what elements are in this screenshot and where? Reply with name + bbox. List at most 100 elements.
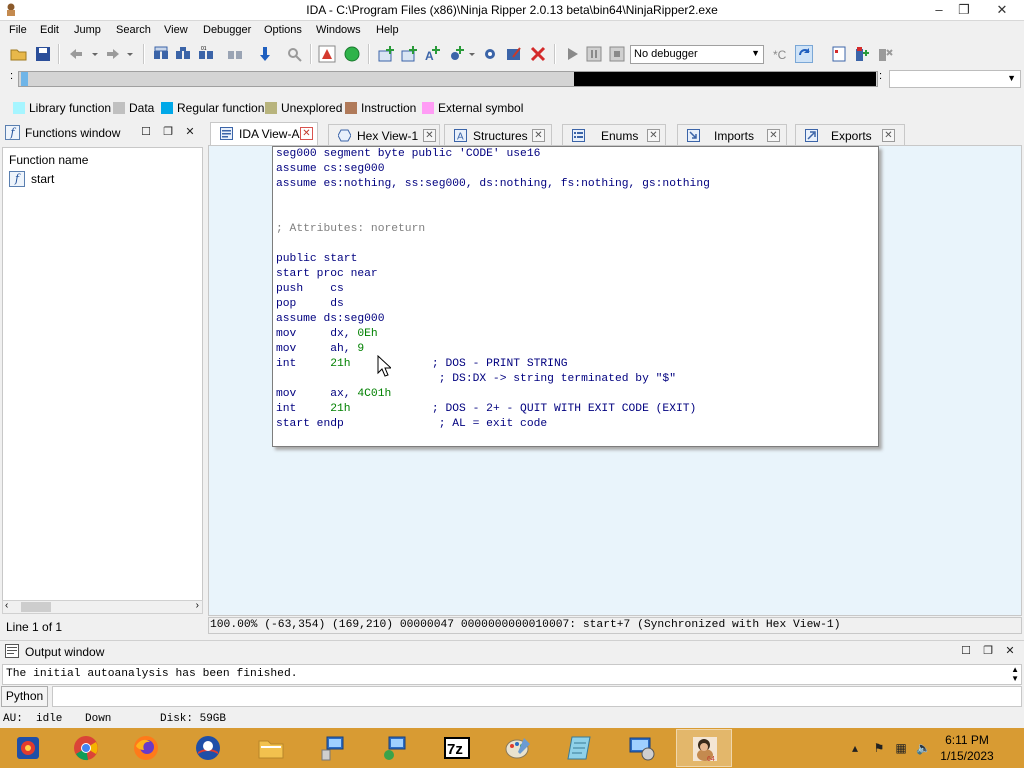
flag-icon[interactable]: ⚑: [872, 741, 886, 755]
binoculars-text-icon[interactable]: [152, 45, 170, 63]
listing-line[interactable]: assume ds:seg000: [276, 312, 384, 327]
listing-line[interactable]: public start: [276, 252, 357, 267]
tab-imports[interactable]: Imports ✕: [677, 124, 787, 145]
menu-search[interactable]: Search: [116, 24, 151, 36]
binoculars-immediate-icon[interactable]: 01: [197, 45, 215, 63]
open-folder-icon[interactable]: [10, 45, 28, 63]
forward-dropdown-icon[interactable]: [122, 45, 140, 63]
menu-edit[interactable]: Edit: [40, 24, 59, 36]
sync-icon[interactable]: [795, 45, 813, 63]
close-tab-icon[interactable]: ✕: [647, 129, 660, 142]
listing-line[interactable]: int 21h ; DOS - 2+ - QUIT WITH EXIT CODE…: [276, 402, 696, 417]
taskbar-obama-logo[interactable]: [180, 729, 236, 767]
graph-node-listing[interactable]: seg000 segment byte public 'CODE' use16 a…: [272, 146, 879, 447]
functions-hscrollbar[interactable]: ‹ ›: [2, 600, 203, 614]
navigation-select[interactable]: ▼: [889, 70, 1021, 88]
add-segment-icon[interactable]: [447, 45, 465, 63]
close-panel-icon[interactable]: ✕: [1004, 645, 1016, 657]
restore-button[interactable]: ❐: [950, 0, 978, 21]
pause-icon[interactable]: [585, 45, 603, 63]
listing-line[interactable]: assume cs:seg000: [276, 162, 384, 177]
taskbar-file-explorer[interactable]: [243, 729, 299, 767]
back-dropdown-icon[interactable]: [87, 45, 105, 63]
delete-breakpoint-icon[interactable]: [876, 45, 894, 63]
column-header-function-name[interactable]: Function name: [9, 153, 88, 167]
scroll-thumb[interactable]: [21, 602, 51, 612]
taskbar-7zip[interactable]: 7z: [429, 729, 485, 767]
close-tab-icon[interactable]: ✕: [882, 129, 895, 142]
tab-hex-view-1[interactable]: Hex View-1 ✕: [328, 124, 440, 145]
close-panel-icon[interactable]: ✕: [184, 126, 196, 138]
search-disabled-icon[interactable]: [285, 45, 303, 63]
taskbar-ninja-ripper[interactable]: [0, 729, 56, 767]
create-enum-icon[interactable]: A: [423, 45, 441, 63]
listing-line[interactable]: mov dx, 0Eh: [276, 327, 378, 342]
taskbar-chrome[interactable]: [58, 729, 114, 767]
taskbar-paint[interactable]: [490, 729, 546, 767]
float-panel-icon[interactable]: ❐: [162, 126, 174, 138]
taskbar-firefox[interactable]: [118, 729, 174, 767]
binoculars-binary-icon[interactable]: [174, 45, 192, 63]
debugger-select[interactable]: No debugger ▼: [630, 45, 764, 64]
disassembly-view[interactable]: seg000 segment byte public 'CODE' use16 a…: [208, 145, 1022, 616]
debugger-attach-icon[interactable]: *C: [772, 45, 790, 63]
menu-file[interactable]: File: [9, 24, 27, 36]
create-struct-icon[interactable]: [400, 45, 418, 63]
listing-line[interactable]: push cs: [276, 282, 344, 297]
binoculars-next-icon[interactable]: [226, 45, 244, 63]
back-arrow-icon[interactable]: [67, 45, 85, 63]
listing-line[interactable]: start proc near: [276, 267, 378, 282]
jump-down-arrow-icon[interactable]: [256, 45, 274, 63]
tray-chevron-up-icon[interactable]: ▴: [848, 741, 862, 755]
python-command-input[interactable]: [52, 686, 1022, 707]
stop-icon[interactable]: [608, 45, 626, 63]
listing-line[interactable]: pop ds: [276, 297, 344, 312]
delete-x-icon[interactable]: [529, 45, 547, 63]
clock-date[interactable]: 1/15/2023: [932, 749, 1002, 763]
play-icon[interactable]: [563, 45, 581, 63]
listing-line[interactable]: seg000 segment byte public 'CODE' use16: [276, 147, 540, 162]
minimize-button[interactable]: –: [925, 0, 953, 21]
menu-help[interactable]: Help: [376, 24, 399, 36]
close-tab-icon[interactable]: ✕: [767, 129, 780, 142]
taskbar-ida[interactable]: 64: [676, 729, 732, 767]
python-language-button[interactable]: Python: [1, 686, 48, 707]
scroll-updown-icon[interactable]: ▲ ▼: [1011, 665, 1019, 683]
function-row-start[interactable]: f start: [9, 171, 159, 188]
close-tab-icon[interactable]: ✕: [423, 129, 436, 142]
gear-plugin-icon[interactable]: [481, 45, 499, 63]
add-breakpoint-icon[interactable]: [853, 45, 871, 63]
scroll-right-icon[interactable]: ›: [196, 600, 199, 611]
tab-ida-view-a[interactable]: IDA View-A ✕: [210, 122, 318, 146]
output-log[interactable]: The initial autoanalysis has been finish…: [2, 664, 1022, 685]
edit-patch-icon[interactable]: [505, 45, 523, 63]
listing-line[interactable]: assume es:nothing, ss:seg000, ds:nothing…: [276, 177, 710, 192]
listing-line[interactable]: mov ah, 9: [276, 342, 364, 357]
taskbar-notepad[interactable]: [552, 729, 608, 767]
close-button[interactable]: ✕: [988, 0, 1016, 21]
menu-debugger[interactable]: Debugger: [203, 24, 251, 36]
tab-structures[interactable]: A Structures ✕: [444, 124, 552, 145]
float-panel-icon[interactable]: ❐: [982, 645, 994, 657]
maximize-panel-icon[interactable]: ☐: [140, 126, 152, 138]
close-tab-icon[interactable]: ✕: [300, 127, 313, 140]
maximize-panel-icon[interactable]: ☐: [960, 645, 972, 657]
close-tab-icon[interactable]: ✕: [532, 129, 545, 142]
add-dropdown-icon[interactable]: [464, 45, 482, 63]
scroll-left-icon[interactable]: ‹: [5, 600, 8, 611]
listing-line[interactable]: int 21h ; DOS - PRINT STRING: [276, 357, 568, 372]
green-circle-icon[interactable]: [343, 45, 361, 63]
menu-windows[interactable]: Windows: [316, 24, 361, 36]
clock-time[interactable]: 6:11 PM: [932, 733, 1002, 747]
network-icon[interactable]: ▦: [894, 741, 908, 755]
tab-enums[interactable]: Enums ✕: [562, 124, 666, 145]
taskbar-network-computer[interactable]: [305, 729, 361, 767]
warning-triangle-icon[interactable]: [318, 45, 336, 63]
menu-options[interactable]: Options: [264, 24, 302, 36]
listing-line[interactable]: mov ax, 4C01h: [276, 387, 391, 402]
listing-line[interactable]: start endp ; AL = exit code: [276, 417, 547, 432]
menu-jump[interactable]: Jump: [74, 24, 101, 36]
menu-view[interactable]: View: [164, 24, 188, 36]
listing-line[interactable]: ; Attributes: noreturn: [276, 222, 425, 237]
taskbar-network-drive[interactable]: [367, 729, 423, 767]
